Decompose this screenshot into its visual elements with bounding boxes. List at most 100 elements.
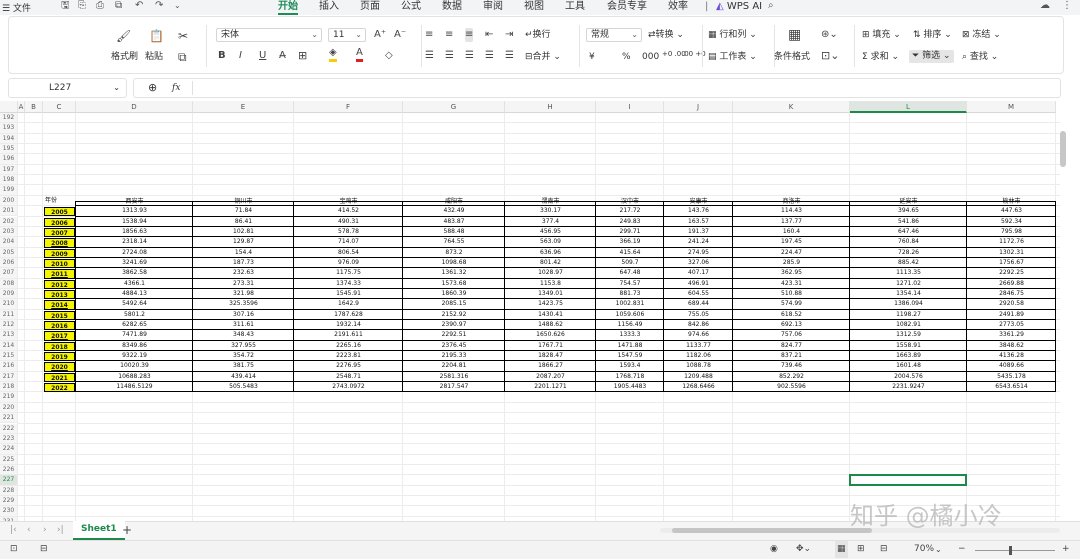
tab-insert[interactable]: 插入 [319,0,339,13]
year-cell[interactable]: 2016 [44,321,75,331]
year-cell[interactable]: 2022 [44,383,75,393]
row-header[interactable]: 194 [0,133,18,145]
column-header[interactable]: B [25,101,43,113]
cell-style-icon[interactable]: ⊛⌄ [821,28,838,42]
search-icon[interactable]: ⌕ [768,0,774,12]
sheet-view-icon[interactable]: ⊟ [40,541,48,558]
row-header[interactable]: 204 [0,237,18,248]
sheet-tab[interactable]: Sheet1 [73,521,125,540]
row-header[interactable]: 230 [0,506,18,517]
zoom-slider-handle[interactable] [1009,546,1012,555]
row-header[interactable]: 220 [0,402,18,414]
cell-size-icon[interactable]: ⊡⌄ [821,49,839,63]
tab-home[interactable]: 开始 [278,0,298,15]
tab-membership[interactable]: 会员专享 [607,0,647,13]
align-left-icon[interactable]: ☰ [425,49,434,63]
print-preview-icon[interactable]: ⧉ [115,0,122,12]
row-header[interactable]: 193 [0,123,18,134]
find-button[interactable]: ⌕ 查找 ⌄ [962,52,998,63]
column-header[interactable]: L [850,101,967,113]
fill-button[interactable]: ⊞ 填充 ⌄ [862,30,901,41]
page-break-icon[interactable]: ⊟ [880,541,888,558]
more-options-icon[interactable]: ⋮ [1062,0,1072,12]
quick-access-dropdown-icon[interactable]: ⌄ [174,0,181,12]
row-header[interactable]: 210 [0,299,18,310]
justify-icon[interactable]: ☰ [485,49,494,63]
next-sheet-icon[interactable]: › [43,522,47,539]
row-header[interactable]: 221 [0,413,18,424]
select-all-corner[interactable] [0,101,18,113]
column-header[interactable]: C [43,101,76,113]
tab-view[interactable]: 视图 [524,0,544,13]
save-icon[interactable]: 🖫 [61,0,70,12]
macro-icon[interactable]: ⊡ [10,541,18,558]
row-header[interactable]: 217 [0,371,18,383]
year-cell[interactable]: 2015 [44,310,75,320]
year-cell[interactable]: 2011 [44,269,75,279]
conditional-format-icon[interactable]: ▦ [788,28,801,42]
last-sheet-icon[interactable]: ›| [57,522,64,539]
increase-font-icon[interactable]: A⁺ [374,28,386,42]
row-header[interactable]: 226 [0,464,18,476]
row-header[interactable]: 203 [0,226,18,238]
row-header[interactable]: 198 [0,175,18,186]
add-sheet-icon[interactable]: + [122,522,132,539]
column-header[interactable]: K [733,101,850,113]
zoom-level[interactable]: 70% [914,541,934,558]
rows-columns-button[interactable]: ▦ 行和列 ⌄ [708,30,757,41]
row-header[interactable]: 224 [0,444,18,455]
year-cell[interactable]: 2012 [44,279,75,289]
align-right-icon[interactable]: ☰ [465,49,474,63]
row-header[interactable]: 213 [0,330,18,341]
year-cell[interactable]: 2009 [44,248,75,258]
font-color-icon[interactable]: A [356,47,363,62]
row-header[interactable]: 211 [0,309,18,320]
year-cell[interactable]: 2017 [44,331,75,341]
decrease-font-icon[interactable]: A⁻ [394,28,406,42]
column-header[interactable]: H [505,101,596,113]
border-icon[interactable]: ⊞ [298,49,307,63]
number-format-select[interactable]: 常规 ⌄ [586,28,642,42]
convert-button[interactable]: ⇄转换 ⌄ [648,30,684,41]
year-cell[interactable]: 2019 [44,352,75,362]
row-header[interactable]: 197 [0,164,18,176]
spreadsheet-grid[interactable]: ABCDEFGHIJKLM 192 193 194 195 196 197 198 199 20… [0,101,1080,521]
align-bottom-icon[interactable]: ≡ [465,28,474,42]
wrap-text-button[interactable]: ↵换行 [525,30,551,41]
clear-format-icon[interactable]: ◇ [385,49,393,63]
row-header[interactable]: 199 [0,185,18,196]
align-middle-icon[interactable]: ≡ [445,28,453,42]
sum-button[interactable]: Σ 求和 ⌄ [862,52,899,63]
paste-button[interactable]: 粘贴 [145,52,163,63]
worksheet-button[interactable]: ▤ 工作表 ⌄ [708,52,757,63]
row-header[interactable]: 216 [0,361,18,372]
tab-review[interactable]: 审阅 [483,0,503,13]
fill-color-icon[interactable]: ◈ [329,47,337,62]
freeze-button[interactable]: ⊠ 冻结 ⌄ [962,30,1001,41]
cloud-sync-icon[interactable]: ☁ [1040,0,1050,12]
row-header[interactable]: 223 [0,433,18,445]
redo-icon[interactable]: ↷ [155,0,163,12]
tab-efficiency[interactable]: 效率 [668,0,688,13]
eye-protection-icon[interactable]: ◉ [770,541,778,558]
row-header[interactable]: 215 [0,351,18,362]
page-layout-icon[interactable]: ⊞ [857,541,865,558]
sort-button[interactable]: ⇅ 排序 ⌄ [913,30,952,41]
row-header[interactable]: 205 [0,247,18,258]
percent-button[interactable]: % [622,52,631,63]
export-pdf-icon[interactable]: ⎘ [78,0,86,12]
underline-icon[interactable]: U [259,49,266,63]
row-header[interactable]: 227 [0,475,18,486]
column-header[interactable]: A [18,101,25,113]
row-header[interactable]: 207 [0,268,18,279]
row-header[interactable]: 200 [0,195,18,207]
font-size-select[interactable]: 11 ⌄ [328,28,366,42]
row-header[interactable]: 225 [0,454,18,465]
scrollbar-thumb[interactable] [672,528,872,533]
zoom-out-icon[interactable]: − [958,541,966,558]
thousands-button[interactable]: 000 [642,52,659,63]
row-header[interactable]: 206 [0,257,18,269]
conditional-format-button[interactable]: 条件格式 [774,52,810,63]
format-painter-icon[interactable]: 🖌 [116,29,131,43]
row-header[interactable]: 202 [0,216,18,227]
